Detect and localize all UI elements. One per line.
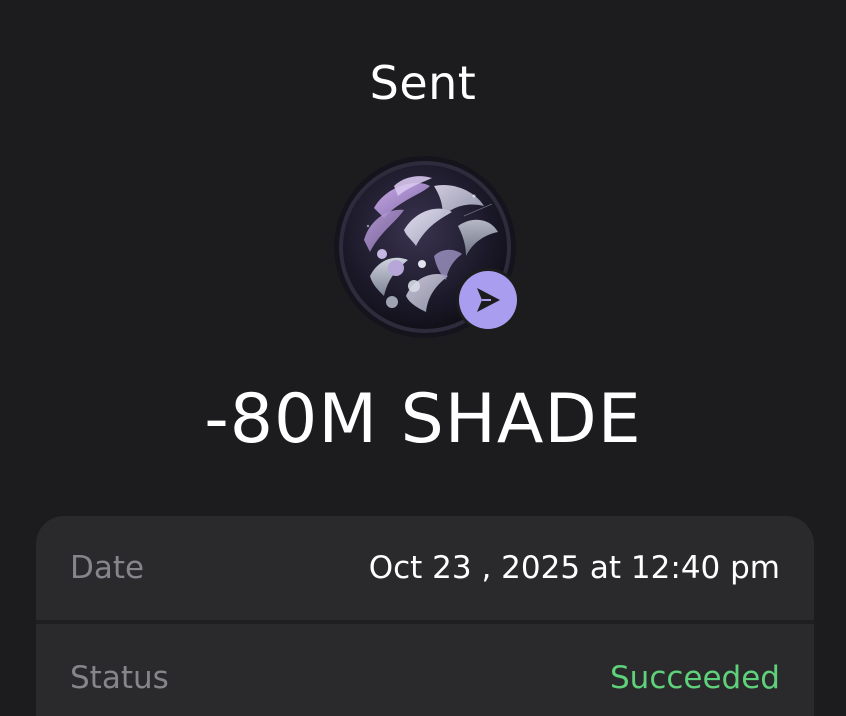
- send-arrow-icon: [459, 271, 517, 329]
- status-label: Status: [70, 660, 169, 696]
- status-badge: Succeeded: [610, 660, 780, 696]
- page-title: Sent: [369, 56, 477, 110]
- date-value: Oct 23 , 2025 at 12:40 pm: [368, 550, 780, 586]
- status-row: Status Succeeded: [36, 624, 814, 716]
- date-label: Date: [70, 550, 145, 586]
- date-row: Date Oct 23 , 2025 at 12:40 pm: [36, 516, 814, 620]
- token-avatar: [334, 156, 520, 338]
- sent-badge: [456, 268, 520, 332]
- transaction-amount: -80M SHADE: [204, 380, 642, 459]
- details-card: Date Oct 23 , 2025 at 12:40 pm Status Su…: [36, 516, 814, 716]
